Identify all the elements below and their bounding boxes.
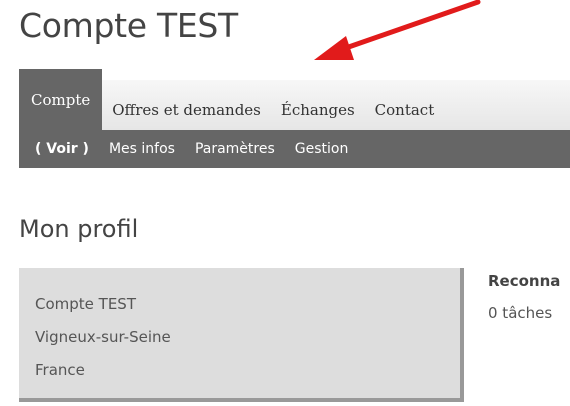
- subtab-parametres[interactable]: Paramètres: [185, 141, 285, 157]
- subtab-gestion[interactable]: Gestion: [285, 141, 359, 157]
- page-title: Compte TEST: [19, 6, 238, 45]
- section-title: Mon profil: [19, 215, 139, 243]
- subtab-mes-infos[interactable]: Mes infos: [99, 141, 185, 157]
- profile-city: Vigneux-sur-Seine: [35, 328, 171, 346]
- profile-name: Compte TEST: [35, 295, 136, 313]
- subtab-voir[interactable]: ( Voir ): [25, 141, 99, 157]
- secondary-tabs: ( Voir ) Mes infos Paramètres Gestion: [19, 130, 570, 168]
- tab-offres-et-demandes[interactable]: Offres et demandes: [102, 80, 271, 130]
- tab-contact[interactable]: Contact: [365, 80, 445, 130]
- tab-compte[interactable]: Compte: [19, 69, 103, 130]
- annotation-arrow-icon: [314, 0, 481, 60]
- profile-country: France: [35, 361, 85, 379]
- tab-echanges[interactable]: Échanges: [271, 80, 365, 130]
- tasks-count: 0 tâches: [488, 304, 553, 322]
- recognition-heading: Reconna: [488, 272, 561, 290]
- primary-tabs: Compte Offres et demandes Échanges Conta…: [19, 69, 570, 130]
- profile-card: Compte TEST Vigneux-sur-Seine France: [19, 268, 464, 402]
